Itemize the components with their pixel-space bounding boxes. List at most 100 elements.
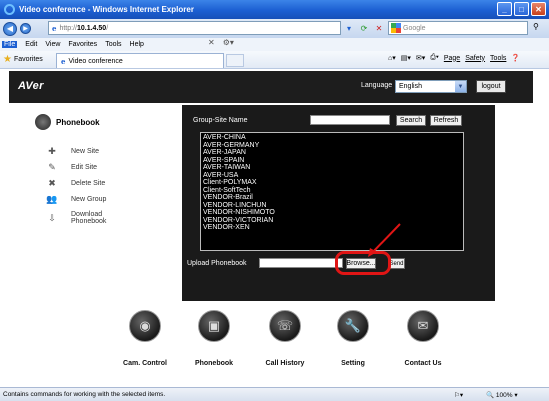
safety-menu[interactable]: Safety <box>465 55 485 62</box>
language-select[interactable]: English ▼ <box>395 80 467 93</box>
list-item[interactable]: VENDOR-NISHIMOTO <box>203 209 461 217</box>
menu-edit[interactable]: Edit <box>25 41 37 48</box>
favorites-label[interactable]: Favorites <box>14 56 43 63</box>
nav-cam-control-label: Cam. Control <box>123 360 167 367</box>
phonebook-icon: ▣ <box>198 310 230 342</box>
feeds-icon[interactable]: ▤▾ <box>401 54 411 62</box>
delete-site-item[interactable]: ✖ Delete Site <box>41 175 106 191</box>
search-placeholder: Google <box>403 24 426 32</box>
close-tab-icon[interactable]: ✕ <box>208 38 215 47</box>
nav-call-history[interactable]: ☏ Call History <box>255 310 315 367</box>
print-icon[interactable]: ⎙▾ <box>430 54 439 62</box>
nav-setting[interactable]: 🔧 Setting <box>323 310 383 367</box>
nav-phonebook-label: Phonebook <box>194 360 234 367</box>
refresh-icon[interactable]: ⟳ <box>358 22 370 34</box>
new-group-item[interactable]: 👥 New Group <box>41 191 106 207</box>
menu-favorites[interactable]: Favorites <box>68 41 97 48</box>
url-prefix: http:// <box>59 24 77 32</box>
delete-user-icon: ✖ <box>48 177 56 188</box>
edit-user-icon: ✎ <box>48 161 56 172</box>
download-icon: ⇩ <box>48 212 56 223</box>
menu-file[interactable]: File <box>2 41 18 48</box>
stop-icon[interactable]: ✕ <box>373 22 385 34</box>
toolbar-extras: ✕ ⚙▾ <box>208 38 234 47</box>
download-phonebook-label: Download Phonebook <box>71 211 106 225</box>
call-history-icon: ☏ <box>269 310 301 342</box>
list-item[interactable]: Client-SoftTech <box>203 187 461 195</box>
status-text: Contains commands for working with the s… <box>3 391 166 398</box>
translate-icon[interactable]: ⚙▾ <box>223 38 234 47</box>
mail-icon[interactable]: ✉▾ <box>416 54 425 62</box>
list-item[interactable]: VENDOR-Brazil <box>203 194 461 202</box>
minimize-button[interactable]: _ <box>497 2 512 16</box>
upload-phonebook-label: Upload Phonebook <box>187 260 247 267</box>
list-item[interactable]: AVER-JAPAN <box>203 149 461 157</box>
logout-button[interactable]: logout <box>476 80 506 93</box>
list-item[interactable]: AVER-SPAIN <box>203 157 461 165</box>
phonebook-icon <box>35 114 51 130</box>
edit-site-label: Edit Site <box>71 163 98 171</box>
window-titlebar: Video conference - Windows Internet Expl… <box>0 0 549 19</box>
envelope-icon: ✉ <box>407 310 439 342</box>
chevron-down-icon[interactable]: ▼ <box>455 81 466 92</box>
tab-video-conference[interactable]: e Video conference <box>56 53 224 68</box>
menu-view[interactable]: View <box>45 41 60 48</box>
close-button[interactable]: ✕ <box>531 2 546 16</box>
list-item[interactable]: VENDOR-VICTORIAN <box>203 217 461 225</box>
upload-file-input[interactable] <box>259 258 343 268</box>
list-item[interactable]: AVER-TAIWAN <box>203 164 461 172</box>
zoom-level[interactable]: 🔍 100% ▾ <box>486 391 518 399</box>
nav-contact-us[interactable]: ✉ Contact Us <box>393 310 453 367</box>
search-icon[interactable]: ⚲ <box>533 22 539 31</box>
download-label-line2: Phonebook <box>71 218 107 225</box>
menu-tools[interactable]: Tools <box>105 41 121 48</box>
tools-menu[interactable]: Tools <box>490 55 506 62</box>
forward-arrow-icon[interactable]: ▶ <box>20 23 31 34</box>
nav-phonebook[interactable]: ▣ Phonebook <box>184 310 244 367</box>
menu-bar: File Edit View Favorites Tools Help ✕ ⚙▾ <box>0 38 549 51</box>
home-icon[interactable]: ⌂▾ <box>388 54 396 62</box>
page-content: AVer Language English ▼ logout Phonebook… <box>9 71 533 383</box>
nav-cam-control[interactable]: ◉ Cam. Control <box>115 310 175 367</box>
url-suffix: / <box>106 24 109 32</box>
refresh-button[interactable]: Refresh <box>430 115 462 126</box>
list-item[interactable]: VENDOR-LINCHUN <box>203 202 461 210</box>
nav-call-history-label: Call History <box>265 360 305 367</box>
new-site-label: New Site <box>71 147 100 155</box>
phonebook-title: Phonebook <box>35 114 100 130</box>
menu-help[interactable]: Help <box>130 41 144 48</box>
new-tab-button[interactable] <box>226 54 244 67</box>
new-site-item[interactable]: ✚ New Site <box>41 143 106 159</box>
ie-page-icon: e <box>61 56 66 66</box>
back-arrow-icon[interactable]: ◀ <box>3 21 17 36</box>
list-item[interactable]: Client-POLYMAX <box>203 179 461 187</box>
address-bar: ◀ ▶ e http:// 10.1.4.50 / ▾ ⟳ ✕ Google ⚲ <box>0 19 549 38</box>
add-user-icon: ✚ <box>48 145 56 156</box>
search-input[interactable]: Google <box>388 21 528 35</box>
edit-site-item[interactable]: ✎ Edit Site <box>41 159 106 175</box>
status-bar: Contains commands for working with the s… <box>0 387 549 401</box>
favorites-star-icon[interactable]: ★ <box>3 54 12 65</box>
list-item[interactable]: AVER-GERMANY <box>203 142 461 150</box>
group-icon: 👥 <box>46 193 58 204</box>
page-menu[interactable]: Page <box>444 55 460 62</box>
compatibility-icon[interactable]: ▾ <box>343 22 355 34</box>
delete-site-label: Delete Site <box>71 179 106 187</box>
list-item[interactable]: AVER-USA <box>203 172 461 180</box>
aver-logo: AVer <box>18 80 44 92</box>
phonebook-sidebar: Phonebook ✚ New Site ✎ Edit Site ✖ Delet… <box>29 109 165 305</box>
maximize-button[interactable]: □ <box>514 2 529 16</box>
site-listbox[interactable]: AVER-CHINA AVER-GERMANY AVER-JAPAN AVER-… <box>200 132 464 251</box>
url-input[interactable]: e http:// 10.1.4.50 / <box>48 21 341 35</box>
download-phonebook-item[interactable]: ⇩ Download Phonebook <box>41 207 106 229</box>
google-logo-icon <box>391 23 401 33</box>
url-host: 10.1.4.50 <box>76 24 107 32</box>
sidebar-title: Phonebook <box>56 117 100 127</box>
tab-title: Video conference <box>68 57 123 65</box>
search-button[interactable]: Search <box>396 115 426 126</box>
group-site-name-input[interactable] <box>310 115 390 125</box>
security-zone-icon[interactable]: ⚐▾ <box>454 391 463 399</box>
help-icon[interactable]: ❓ <box>511 54 520 62</box>
list-item[interactable]: AVER-CHINA <box>203 134 461 142</box>
list-item[interactable]: VENDOR-XEN <box>203 224 461 232</box>
